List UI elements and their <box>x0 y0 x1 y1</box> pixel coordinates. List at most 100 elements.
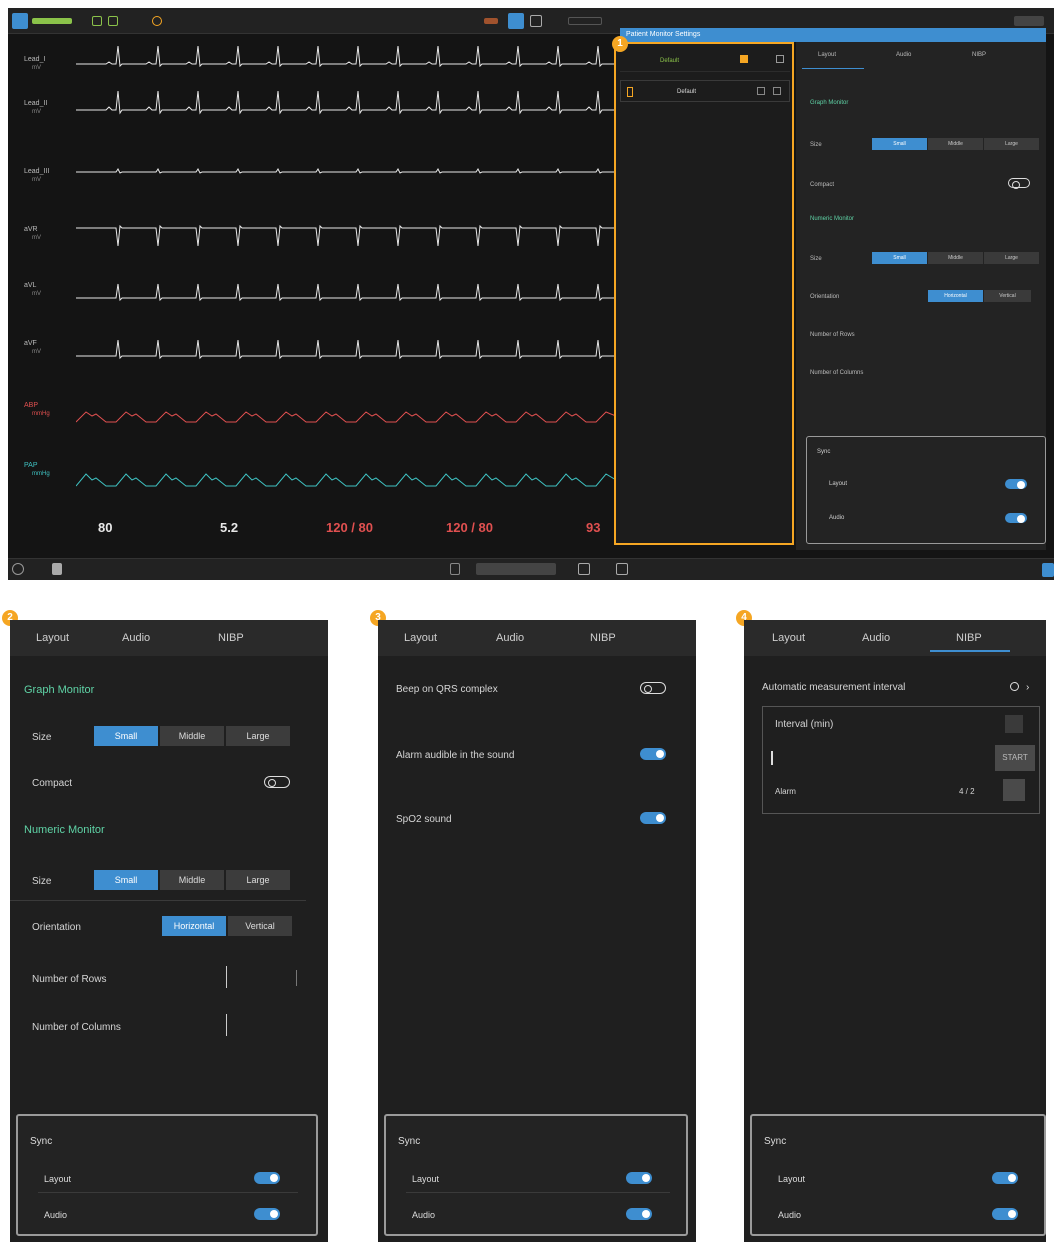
tab-layout[interactable]: Layout <box>36 632 69 644</box>
numeric-section-title: Numeric Monitor <box>810 216 855 222</box>
list-item[interactable]: Default <box>620 50 790 72</box>
interval-field[interactable] <box>1005 715 1023 733</box>
beep-qrs-label: Beep on QRS complex <box>396 684 498 695</box>
sync-layout-toggle[interactable] <box>254 1172 280 1184</box>
sync-audio-toggle[interactable] <box>992 1208 1018 1220</box>
sync-audio-toggle[interactable] <box>626 1208 652 1220</box>
sync-box: Sync Layout Audio <box>384 1114 688 1236</box>
lead-label: aVF mV <box>24 340 41 355</box>
tab-layout[interactable]: Layout <box>404 632 437 644</box>
alarm-audible-label: Alarm audible in the sound <box>396 750 515 761</box>
size-label: Size <box>32 732 52 743</box>
gear-icon[interactable] <box>1010 682 1019 691</box>
sync-audio-label: Audio <box>829 515 845 521</box>
rows-stepper[interactable] <box>226 966 227 988</box>
tab-audio[interactable]: Audio <box>896 52 911 58</box>
cols-stepper[interactable] <box>226 1014 227 1036</box>
resp-value: 5.2 <box>220 520 239 535</box>
orientation-label: Orientation <box>32 922 81 933</box>
add-icon[interactable] <box>776 55 784 63</box>
status-bar-icon <box>32 18 72 24</box>
cols-label: Number of Columns <box>32 1022 121 1033</box>
sync-layout-toggle[interactable] <box>1005 479 1027 489</box>
sync-layout-label: Layout <box>44 1174 72 1184</box>
compact-toggle[interactable] <box>264 776 290 788</box>
lead-label: PAP mmHg <box>24 462 50 477</box>
nibp-settings-panel: Layout Audio NIBP Automatic measurement … <box>744 620 1046 1242</box>
layout-list-panel: Default Default <box>614 42 794 545</box>
lead-label: Lead_III mV <box>24 168 50 183</box>
layout-icon[interactable] <box>508 13 524 29</box>
doc-icon[interactable] <box>450 563 460 575</box>
lead-label: ABP mmHg <box>24 402 50 417</box>
nibp-value: 120 / 80 <box>446 520 493 535</box>
ecg-waveform <box>76 224 616 247</box>
sync-audio-label: Audio <box>778 1210 802 1220</box>
compact-toggle[interactable] <box>1008 178 1030 189</box>
search-icon[interactable] <box>152 16 162 26</box>
chevron-right-icon[interactable]: › <box>1026 682 1029 693</box>
sync-title: Sync <box>30 1136 53 1147</box>
sync-audio-toggle[interactable] <box>254 1208 280 1220</box>
size-segmented[interactable]: Small Middle Large <box>94 870 292 890</box>
tab-layout[interactable]: Layout <box>772 632 805 644</box>
settings-icon[interactable] <box>12 563 24 575</box>
beep-qrs-toggle[interactable] <box>640 682 666 694</box>
auto-interval-label: Automatic measurement interval <box>762 682 906 693</box>
size-segmented[interactable]: Small Middle Large <box>872 252 1040 264</box>
spo2-value: 93 <box>586 520 601 535</box>
start-button[interactable]: START <box>995 745 1035 771</box>
window-icon[interactable] <box>530 15 542 27</box>
sync-audio-label: Audio <box>412 1210 436 1220</box>
divider <box>10 900 306 901</box>
sync-title: Sync <box>817 449 831 455</box>
people-icon[interactable] <box>578 563 590 575</box>
alarm-audible-toggle[interactable] <box>640 748 666 760</box>
delete-icon[interactable] <box>773 87 781 95</box>
size-segmented[interactable]: Small Middle Large <box>872 138 1040 150</box>
settings-panel: Layout Audio NIBP Graph Monitor Size Sma… <box>796 42 1046 550</box>
tab-nibp[interactable]: NIBP <box>972 52 986 58</box>
graph-section-title: Graph Monitor <box>810 100 849 106</box>
sync-title: Sync <box>764 1136 787 1147</box>
tab-bar: Layout Audio NIBP <box>378 620 696 656</box>
numeric-section-title: Numeric Monitor <box>24 824 105 836</box>
sync-layout-toggle[interactable] <box>626 1172 652 1184</box>
tab-layout[interactable]: Layout <box>818 52 836 58</box>
print-icon[interactable] <box>616 563 628 575</box>
callout-badge: 1 <box>612 36 628 52</box>
spo2-sound-toggle[interactable] <box>640 812 666 824</box>
chart-icon[interactable] <box>108 16 118 26</box>
orientation-segmented[interactable]: Horizontal Vertical <box>162 916 294 936</box>
copy-icon[interactable] <box>757 87 765 95</box>
divider <box>38 1192 298 1193</box>
compact-label: Compact <box>810 182 835 188</box>
tab-audio[interactable]: Audio <box>862 632 890 644</box>
tab-nibp[interactable]: NIBP <box>956 632 982 644</box>
audio-settings-panel: Layout Audio NIBP Beep on QRS complex Al… <box>378 620 696 1242</box>
expand-icon[interactable] <box>1042 563 1054 577</box>
sync-layout-toggle[interactable] <box>992 1172 1018 1184</box>
alarm-field[interactable] <box>1003 779 1025 801</box>
time-display <box>568 17 602 25</box>
sync-title: Sync <box>398 1136 421 1147</box>
sync-audio-toggle[interactable] <box>1005 513 1027 523</box>
record-icon[interactable] <box>484 18 498 24</box>
tab-nibp[interactable]: NIBP <box>218 632 244 644</box>
sync-box: Sync Layout Audio <box>806 436 1046 544</box>
tab-audio[interactable]: Audio <box>496 632 524 644</box>
battery-icon <box>1014 16 1044 26</box>
tab-audio[interactable]: Audio <box>122 632 150 644</box>
size-segmented[interactable]: Small Middle Large <box>94 726 292 746</box>
lock-icon[interactable] <box>52 563 62 575</box>
star-icon[interactable] <box>740 55 748 63</box>
size-label: Size <box>32 876 52 887</box>
grid-icon[interactable] <box>92 16 102 26</box>
list-item[interactable]: Default <box>620 80 790 102</box>
tab-nibp[interactable]: NIBP <box>590 632 616 644</box>
orientation-segmented[interactable]: Horizontal Vertical <box>928 290 1032 302</box>
tab-bar: Layout Audio NIBP <box>10 620 328 656</box>
ecg-waveform <box>76 283 616 302</box>
tab-underline <box>802 68 864 69</box>
edit-icon[interactable] <box>627 87 633 97</box>
